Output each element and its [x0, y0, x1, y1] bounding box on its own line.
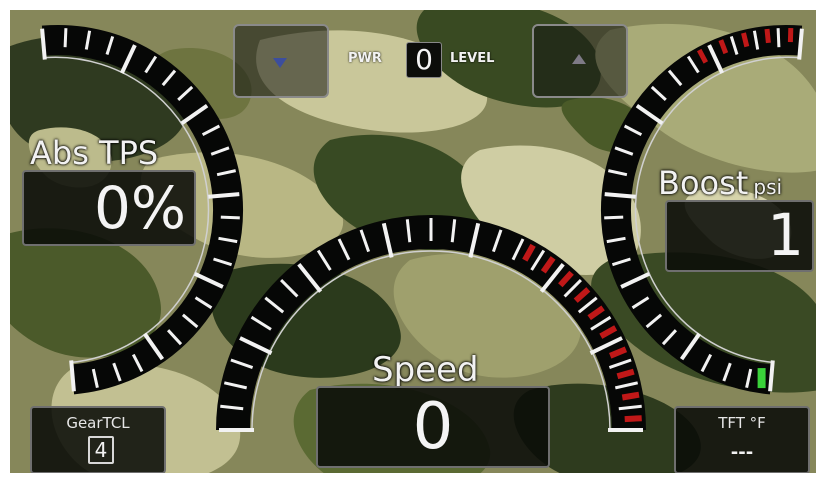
boost-gauge-tick	[776, 28, 781, 48]
speed-readout-panel: 0	[316, 386, 550, 468]
boost-gauge-label: Boost psi	[658, 164, 782, 202]
boost-level-indicator	[757, 368, 766, 389]
boost-gauge-redline-segment	[764, 28, 771, 44]
throttle-gauge-tick	[208, 192, 240, 199]
gear-value: 4	[88, 436, 114, 464]
temperature-value: ---	[730, 442, 754, 463]
boost-gauge-redline-segment	[741, 32, 750, 48]
boost-readout-panel: 1	[665, 200, 814, 272]
speed-value: 0	[412, 390, 454, 464]
speed-gauge-label: Speed	[372, 350, 479, 390]
temperature-label: TFT °F	[718, 414, 766, 432]
gear-readout-panel: GearTCL 4	[30, 406, 166, 473]
triangle-up-icon	[572, 54, 586, 64]
boost-gauge-tick	[797, 28, 804, 60]
speed-gauge-redline-segment	[624, 415, 642, 423]
boost-value: 1	[767, 201, 804, 269]
boost-label: Boost	[658, 164, 749, 202]
speed-gauge-redline-segment	[621, 391, 640, 401]
power-suffix-label: LEVEL	[450, 51, 495, 66]
power-level-readout: PWR 0 LEVEL	[338, 42, 528, 78]
boost-unit: psi	[753, 175, 783, 199]
throttle-value: 0%	[93, 174, 186, 242]
throttle-gauge-tick	[69, 360, 76, 392]
throttle-gauge-label: Abs TPS	[30, 134, 159, 172]
gauge-screen: PWR 0 LEVEL Abs TPS 0% Boost psi 1 Speed…	[10, 10, 816, 473]
gear-label: GearTCL	[66, 414, 130, 432]
power-decrease-button[interactable]	[233, 24, 329, 98]
throttle-gauge-tick	[40, 28, 47, 60]
power-prefix-label: PWR	[348, 51, 382, 66]
throttle-gauge-tick	[220, 215, 240, 220]
throttle-readout-panel: 0%	[22, 170, 196, 246]
power-level-value: 0	[406, 42, 442, 78]
temperature-readout-panel: TFT °F ---	[674, 406, 810, 473]
dash-display: PWR 0 LEVEL Abs TPS 0% Boost psi 1 Speed…	[0, 0, 826, 483]
boost-gauge-tick	[604, 192, 636, 199]
boost-gauge-tick	[604, 215, 624, 220]
power-increase-button[interactable]	[532, 24, 628, 98]
triangle-down-icon	[273, 58, 287, 68]
throttle-gauge-tick	[63, 28, 68, 48]
boost-gauge-tick	[768, 360, 775, 392]
